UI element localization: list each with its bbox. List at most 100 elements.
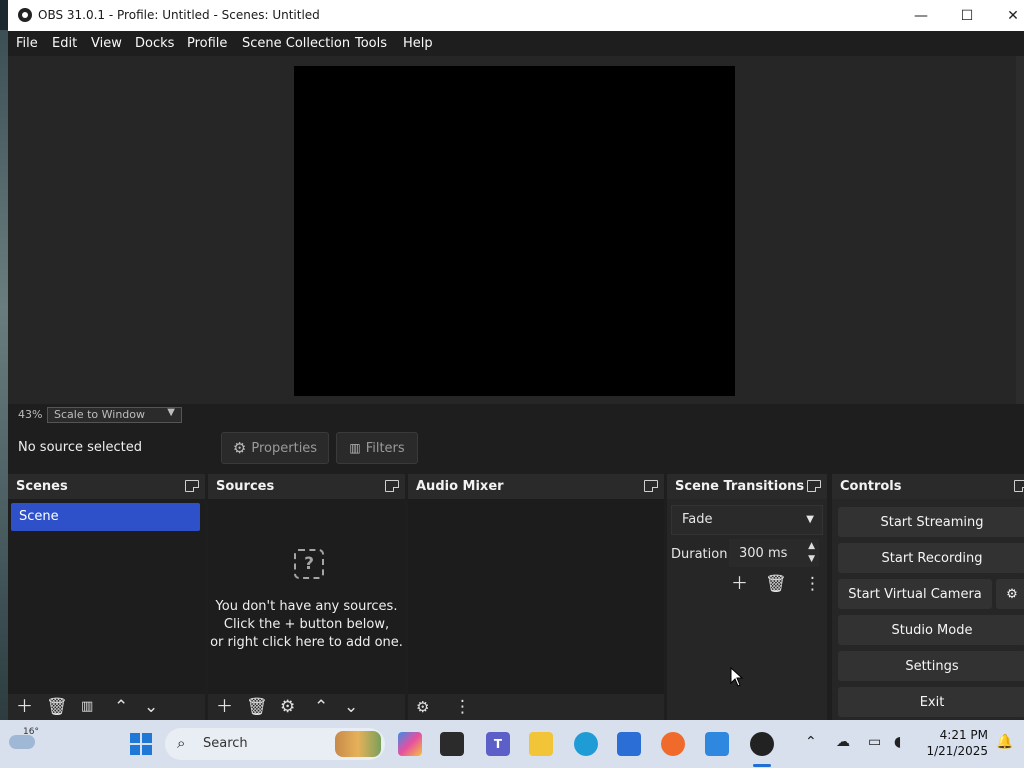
window-title: OBS 31.0.1 - Profile: Untitled - Scenes:…	[38, 8, 320, 22]
scale-mode-dropdown[interactable]: Scale to Window ▼	[47, 407, 182, 423]
clock-time: 4:21 PM	[939, 728, 988, 742]
filters-button[interactable]: ▥ Filters	[336, 432, 418, 464]
menu-tools[interactable]: Tools	[355, 36, 387, 51]
controls-dock-header: Controls	[832, 474, 1024, 499]
chevron-up-icon[interactable]: ⌃	[314, 698, 328, 716]
gear-icon[interactable]: ⚙	[280, 698, 295, 716]
empty-sources-line: or right click here to add one.	[210, 635, 403, 650]
transition-select[interactable]: Fade ▼	[671, 505, 823, 535]
scene-list[interactable]: Scene	[8, 499, 205, 694]
menu-edit[interactable]: Edit	[52, 36, 77, 51]
cloud-icon	[9, 735, 35, 749]
transitions-dock-title: Scene Transitions	[675, 479, 805, 494]
studio-mode-button[interactable]: Studio Mode	[838, 615, 1024, 645]
duration-label: Duration	[671, 547, 728, 562]
menu-profile[interactable]: Profile	[187, 36, 227, 51]
chevron-down-icon[interactable]: ▼	[808, 554, 815, 564]
start-recording-button[interactable]: Start Recording	[838, 543, 1024, 573]
trash-icon[interactable]: 🗑	[46, 698, 68, 716]
obs-taskbar-icon[interactable]	[750, 732, 774, 756]
add-transition-icon[interactable]: ＋	[731, 575, 748, 593]
preview-area[interactable]	[8, 56, 1016, 404]
cloud-sync-icon[interactable]: ☁	[836, 734, 850, 750]
chevron-up-icon[interactable]: ⌃	[114, 698, 128, 716]
close-button[interactable]: ✕	[990, 0, 1024, 31]
advanced-audio-gear-icon[interactable]: ⚙	[416, 698, 429, 716]
weather-temperature: 16°	[23, 727, 39, 737]
zoom-level: 43%	[18, 408, 43, 421]
more-options-icon[interactable]: ⋮	[804, 575, 821, 593]
preview-scrollbar[interactable]	[1016, 56, 1024, 404]
question-icon: ?	[294, 549, 324, 579]
properties-button[interactable]: ⚙ Properties	[221, 432, 329, 464]
undock-icon[interactable]	[1014, 480, 1024, 492]
settings-button[interactable]: Settings	[838, 651, 1024, 681]
file-explorer-icon[interactable]	[529, 732, 553, 756]
menu-docks[interactable]: Docks	[135, 36, 174, 51]
sources-dock: Sources ? You don't have any sources. Cl…	[208, 474, 405, 720]
network-icon[interactable]: ▭	[868, 734, 881, 750]
firefox-icon[interactable]	[661, 732, 685, 756]
trash-icon[interactable]: 🗑	[765, 575, 787, 593]
chevron-up-icon[interactable]: ⌃	[805, 734, 817, 750]
volume-icon[interactable]: ◖	[894, 734, 901, 750]
maximize-button[interactable]: ☐	[944, 0, 990, 31]
virtual-camera-gear-icon[interactable]: ⚙	[996, 579, 1024, 609]
add-scene-icon[interactable]: ＋	[16, 698, 33, 716]
controls-dock: Controls Start Streaming Start Recording…	[832, 474, 1024, 720]
weather-widget[interactable]: 16°	[9, 727, 39, 749]
audio-mixer-list[interactable]	[408, 499, 664, 694]
undock-icon[interactable]	[644, 480, 658, 492]
menu-file[interactable]: File	[16, 36, 38, 51]
add-source-icon[interactable]: ＋	[216, 698, 233, 716]
mouse-cursor-icon	[730, 667, 744, 687]
gear-icon: ⚙	[232, 439, 247, 457]
duration-spinbox[interactable]: 300 ms ▲ ▼	[729, 539, 819, 567]
sources-dock-footer: ＋ 🗑 ⚙ ⌃ ⌄	[208, 694, 405, 720]
source-status: No source selected	[18, 440, 142, 455]
exit-button[interactable]: Exit	[838, 687, 1024, 717]
sources-dock-header: Sources	[208, 474, 405, 499]
edge-icon[interactable]	[574, 732, 598, 756]
terminal-icon[interactable]	[440, 732, 464, 756]
scene-list-item[interactable]: Scene	[11, 503, 200, 531]
undock-icon[interactable]	[385, 480, 399, 492]
minimize-button[interactable]: —	[898, 0, 944, 31]
transitions-dock: Scene Transitions Fade ▼ Duration 300 ms…	[667, 474, 827, 720]
menu-view[interactable]: View	[91, 36, 122, 51]
audio-mixer-title: Audio Mixer	[416, 479, 504, 494]
menu-help[interactable]: Help	[403, 36, 433, 51]
source-list[interactable]: ? You don't have any sources. Click the …	[208, 499, 405, 694]
taskbar: 16° ⌕ Search T ⌃ ☁ ▭ ◖ 4:21 PM 1/21/2025…	[0, 720, 1024, 768]
notification-bell-icon[interactable]: 🔔	[996, 734, 1013, 750]
transitions-body: Fade ▼ Duration 300 ms ▲ ▼ ＋ 🗑 ⋮	[667, 499, 827, 720]
filter-icon: ▥	[349, 441, 361, 455]
sources-dock-title: Sources	[216, 479, 275, 494]
undock-icon[interactable]	[185, 480, 199, 492]
preview-canvas[interactable]	[294, 66, 735, 396]
undock-icon[interactable]	[807, 480, 821, 492]
chevron-up-icon[interactable]: ▲	[808, 541, 815, 551]
chevron-down-icon[interactable]: ⌄	[144, 698, 158, 716]
trash-icon[interactable]: 🗑	[246, 698, 268, 716]
controls-dock-title: Controls	[840, 479, 902, 494]
start-streaming-button[interactable]: Start Streaming	[838, 507, 1024, 537]
properties-label: Properties	[251, 440, 318, 456]
copilot-icon[interactable]	[398, 732, 422, 756]
more-options-icon[interactable]: ⋮	[454, 698, 471, 716]
menu-scene-collection[interactable]: Scene Collection	[242, 36, 350, 51]
scenes-dock-footer: ＋ 🗑 ▥ ⌃ ⌄	[8, 694, 205, 720]
chevron-down-icon[interactable]: ⌄	[344, 698, 358, 716]
notepad-icon[interactable]	[705, 732, 729, 756]
taskbar-search-box[interactable]: ⌕ Search	[165, 728, 385, 760]
start-virtual-camera-button[interactable]: Start Virtual Camera	[838, 579, 992, 609]
teams-icon[interactable]: T	[486, 732, 510, 756]
transitions-dock-header: Scene Transitions	[667, 474, 827, 499]
scale-mode-value: Scale to Window	[54, 408, 146, 421]
scene-filters-icon[interactable]: ▥	[81, 698, 93, 716]
obs-icon	[18, 8, 32, 22]
windows-start-icon[interactable]	[129, 732, 153, 756]
audio-mixer-dock: Audio Mixer ⚙ ⋮	[408, 474, 664, 720]
microsoft-store-icon[interactable]	[617, 732, 641, 756]
clock[interactable]: 4:21 PM 1/21/2025	[918, 727, 988, 759]
